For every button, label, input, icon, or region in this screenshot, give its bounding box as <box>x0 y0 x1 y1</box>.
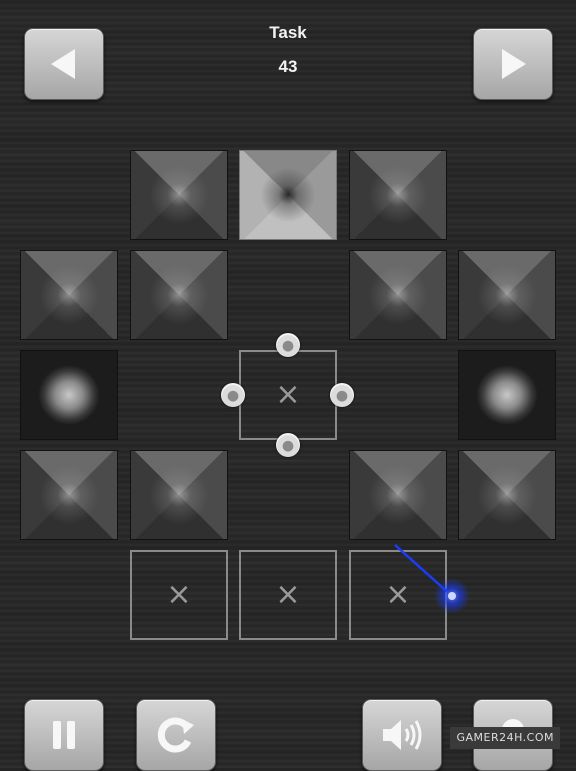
previous-task-button[interactable] <box>24 28 104 100</box>
pause-button[interactable] <box>24 699 104 771</box>
mirror-tile[interactable] <box>130 150 228 240</box>
mirror-tile[interactable] <box>20 450 118 540</box>
watermark: GAMER24H.COM <box>450 727 560 749</box>
sound-button[interactable] <box>362 699 442 771</box>
slot-cross-marker: × <box>166 577 192 612</box>
mirror-tile[interactable] <box>349 450 447 540</box>
slot-cross-marker: × <box>385 577 411 612</box>
laser-point <box>448 592 456 600</box>
target-peg-top[interactable] <box>276 333 300 357</box>
target-peg-bottom[interactable] <box>276 433 300 457</box>
triangle-right-icon <box>502 49 526 79</box>
empty-slot[interactable]: × <box>349 550 447 640</box>
speaker-icon <box>383 720 422 750</box>
restart-button[interactable] <box>136 699 216 771</box>
slot-cross-marker: × <box>275 577 301 612</box>
slot-cross-marker: × <box>275 377 301 412</box>
light-orb-tile[interactable] <box>20 350 118 440</box>
target-peg-left[interactable] <box>221 383 245 407</box>
empty-slot[interactable]: × <box>130 550 228 640</box>
mirror-tile[interactable] <box>458 250 556 340</box>
next-task-button[interactable] <box>473 28 553 100</box>
target-peg-right[interactable] <box>330 383 354 407</box>
pause-icon <box>53 721 75 749</box>
mirror-tile[interactable] <box>349 150 447 240</box>
light-orb-tile[interactable] <box>458 350 556 440</box>
triangle-left-icon <box>51 49 75 79</box>
empty-slot[interactable]: × <box>239 550 337 640</box>
mirror-tile[interactable] <box>130 450 228 540</box>
restart-icon <box>157 717 194 753</box>
mirror-tile[interactable] <box>458 450 556 540</box>
mirror-tile[interactable] <box>20 250 118 340</box>
target-slot[interactable]: × <box>239 350 337 440</box>
mirror-tile[interactable] <box>130 250 228 340</box>
mirror-tile[interactable] <box>349 250 447 340</box>
mirror-tile-selected[interactable] <box>239 150 337 240</box>
